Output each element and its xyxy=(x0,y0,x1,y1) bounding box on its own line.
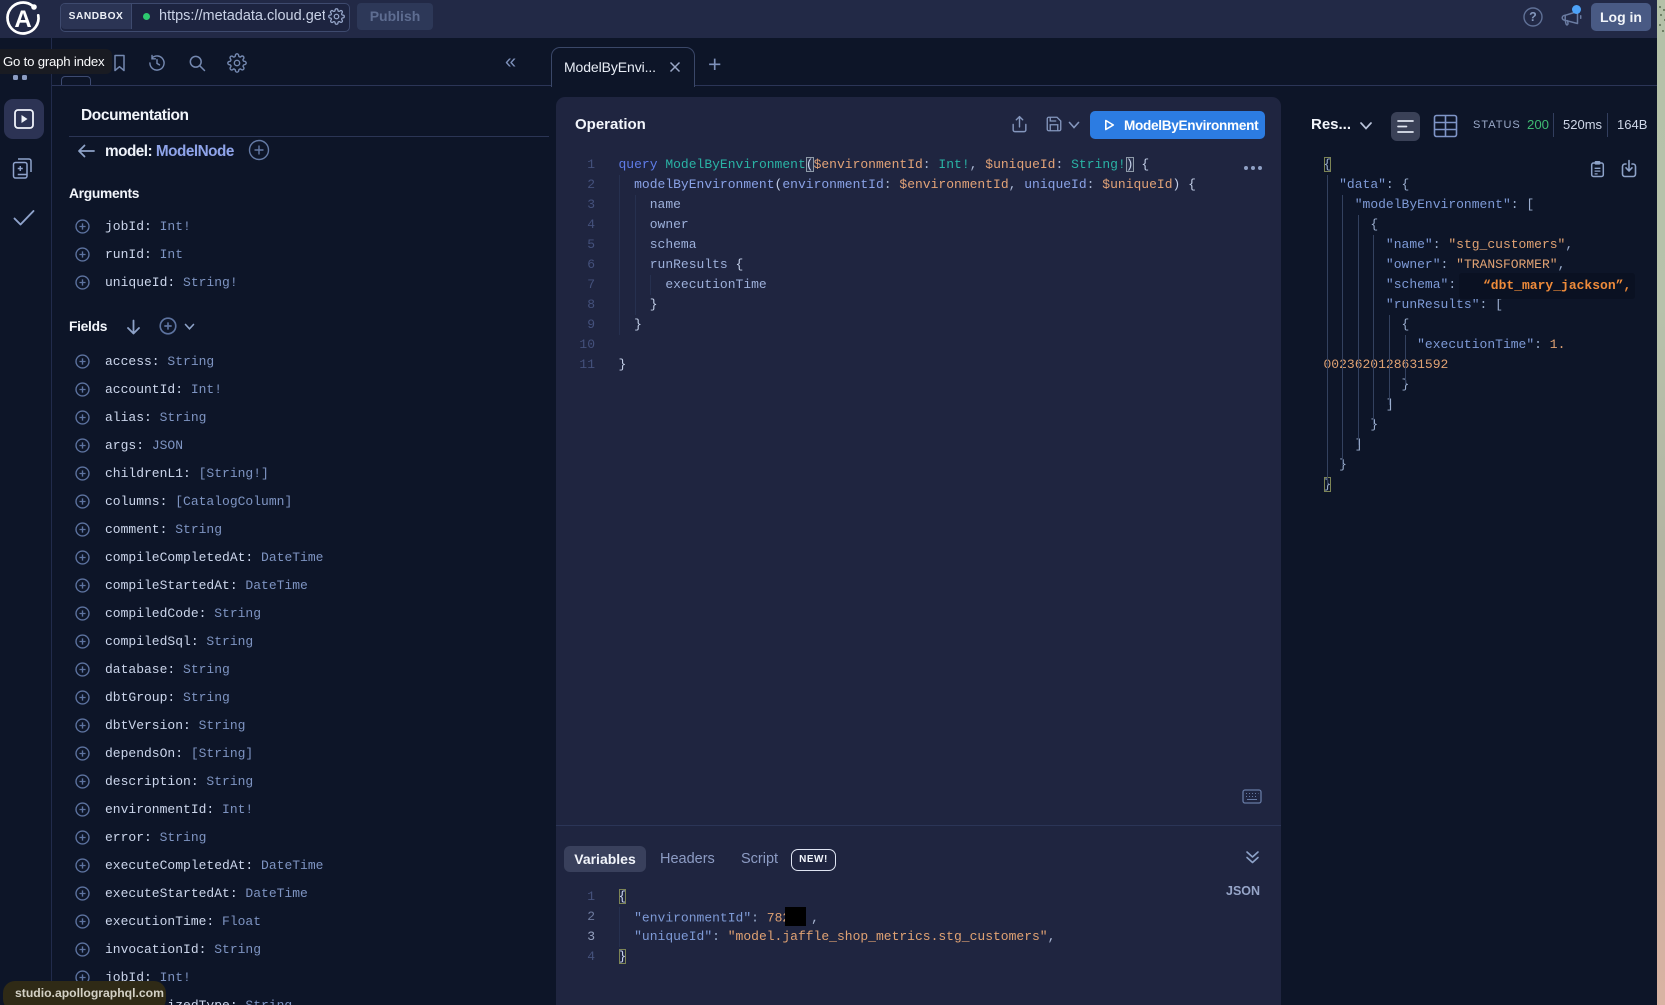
svg-text:A: A xyxy=(14,6,31,33)
svg-text:?: ? xyxy=(1529,10,1537,24)
